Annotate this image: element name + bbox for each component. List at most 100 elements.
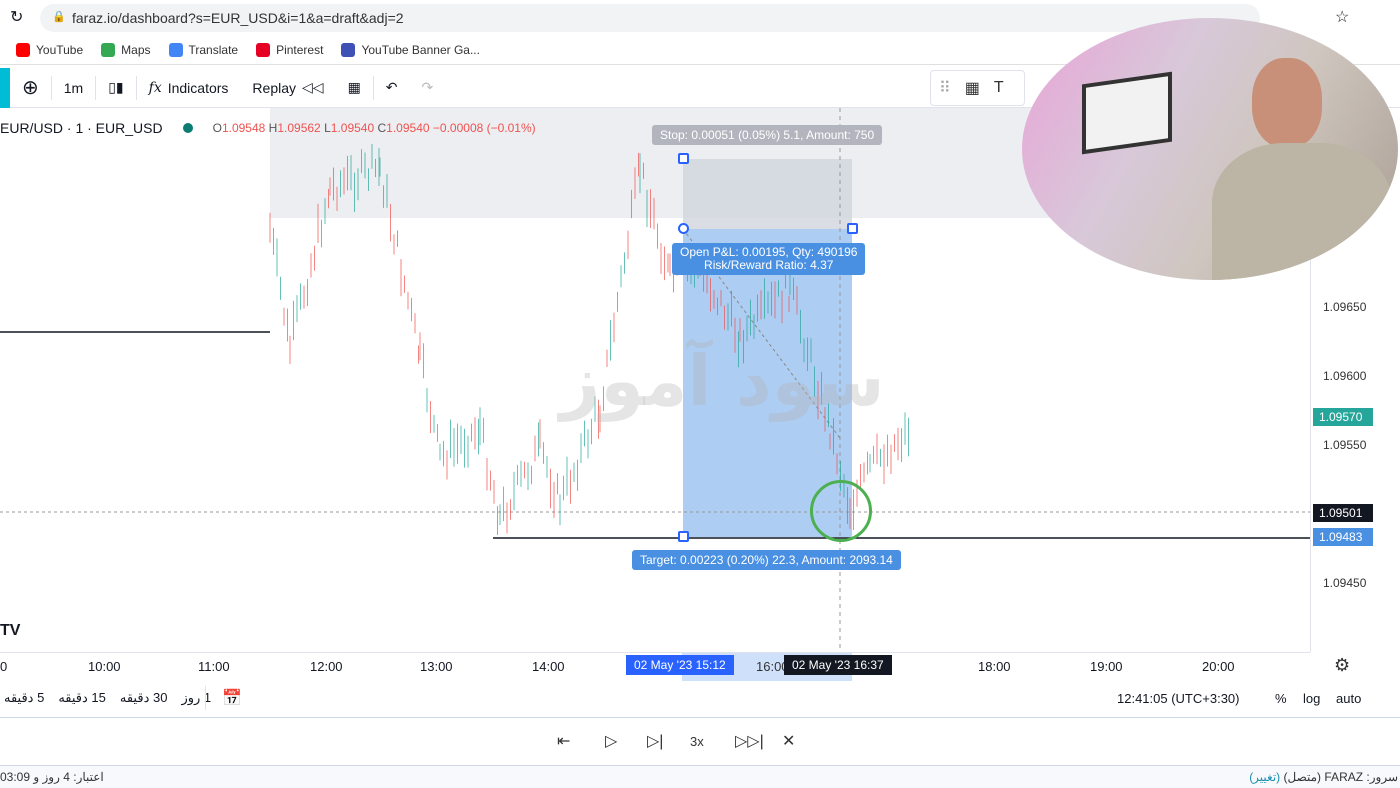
- jump-to-start-icon[interactable]: ⇤: [557, 731, 570, 751]
- bookmark-label: YouTube: [36, 42, 84, 57]
- time-axis[interactable]: 02 May '23 15:12 16:00 02 May '23 16:37 …: [0, 652, 1310, 681]
- price-label: 1.09600: [1323, 369, 1367, 383]
- undo-icon: ↶: [385, 79, 398, 95]
- time-label: 12:00: [310, 659, 343, 674]
- credit-text: اعتبار: 4 روز و 03:09: [0, 770, 104, 784]
- candles-icon: ▯▮: [108, 79, 124, 95]
- bookmark-label: Pinterest: [276, 42, 324, 57]
- fx-icon: fx: [148, 79, 162, 96]
- time-label: 0: [0, 659, 8, 674]
- drag-icon[interactable]: ⠿: [939, 78, 951, 98]
- watermark-logo: سود آموز: [560, 340, 885, 422]
- highlight-circle: [810, 480, 872, 542]
- bookmark-label: Translate: [188, 42, 239, 57]
- redo-button[interactable]: ↷: [410, 68, 446, 107]
- bookmark-icon: [16, 42, 30, 57]
- layout-button[interactable]: ▦: [336, 68, 373, 107]
- range-button[interactable]: 5 دقیقه: [4, 690, 44, 706]
- symbol-legend: EUR/USD · 1 · EUR_USD O1.09548 H1.09562 …: [0, 120, 536, 136]
- crosshair-price-tag: 1.09501: [1313, 503, 1373, 522]
- tradingview-logo: TV: [0, 622, 21, 639]
- star-icon[interactable]: ☆: [1335, 7, 1349, 27]
- time-label: 18:00: [978, 659, 1011, 674]
- webcam-person-body: [1212, 143, 1392, 280]
- time-label: 14:00: [532, 659, 565, 674]
- price-label: 1.09450: [1323, 576, 1367, 590]
- crosshair-time-label: 02 May '23 16:37: [784, 655, 892, 675]
- bookmark-label: Maps: [121, 42, 151, 57]
- server-status: سرور: FARAZ (متصل) (تغییر): [1249, 770, 1398, 784]
- target-label: Target: 0.00223 (0.20%) 22.3, Amount: 20…: [632, 550, 901, 570]
- url-text: faraz.io/dashboard?s=EUR_USD&i=1&a=draft…: [72, 10, 404, 26]
- entry-handle[interactable]: [678, 223, 689, 234]
- time-label: 19:00: [1090, 659, 1123, 674]
- time-label: 13:00: [420, 659, 453, 674]
- replay-label: Replay: [252, 79, 297, 96]
- add-symbol-button[interactable]: ⊕: [10, 68, 51, 107]
- range-button[interactable]: 30 دقیقه: [120, 690, 168, 706]
- bookmark-item[interactable]: Maps: [101, 42, 151, 57]
- bookmark-icon: [168, 42, 183, 57]
- log-toggle[interactable]: log: [1303, 691, 1320, 706]
- bookmark-item[interactable]: Pinterest: [256, 42, 324, 57]
- bookmark-item[interactable]: YouTube: [16, 42, 84, 57]
- current-price-tag: 1.09570: [1313, 408, 1373, 427]
- bookmark-icon: [256, 42, 271, 57]
- width-handle[interactable]: [847, 223, 858, 234]
- undo-button[interactable]: ↶: [374, 68, 410, 107]
- clock[interactable]: 12:41:05 (UTC+3:30): [1117, 691, 1239, 706]
- play-icon[interactable]: ▷: [605, 731, 617, 751]
- text-tool-icon[interactable]: T: [994, 79, 1004, 97]
- webcam-overlay: [1022, 18, 1398, 280]
- price-label: 1.09550: [1323, 438, 1367, 452]
- time-label: 20:00: [1202, 659, 1235, 674]
- ohlc-values: O1.09548 H1.09562 L1.09540 C1.09540 −0.0…: [212, 121, 536, 135]
- speed-button[interactable]: 3x: [690, 734, 704, 749]
- stop-zone: [683, 159, 852, 229]
- pnl-label: Open P&L: 0.00195, Qty: 490196 Risk/Rewar…: [672, 243, 866, 275]
- range-start-label: 02 May '23 15:12: [626, 655, 734, 675]
- reload-icon[interactable]: ↻: [10, 7, 23, 27]
- goto-date-icon[interactable]: 📅: [222, 688, 242, 708]
- bookmark-icon: [101, 42, 116, 57]
- bookmark-item[interactable]: YouTube Banner Ga...: [341, 42, 480, 57]
- change-server-link[interactable]: (تغییر): [1249, 770, 1280, 784]
- bottom-toolbar: 5 دقیقه 15 دقیقه 30 دقیقه 1 روز 📅 12:41:05 …: [0, 680, 1400, 718]
- market-status-dot: [182, 123, 193, 133]
- auto-toggle[interactable]: auto: [1336, 691, 1361, 706]
- close-replay-icon[interactable]: ✕: [782, 731, 795, 751]
- webcam-person-head: [1252, 58, 1322, 148]
- bookmark-label: YouTube Banner Ga...: [361, 42, 480, 57]
- indicators-label: Indicators: [167, 79, 229, 96]
- status-bar: اعتبار: 4 روز و 03:09 سرور: FARAZ (متصل)…: [0, 766, 1400, 788]
- url-input[interactable]: 🔒 faraz.io/dashboard?s=EUR_USD&i=1&a=draf…: [40, 4, 1260, 32]
- chart-type-button[interactable]: ▯▮: [96, 68, 135, 107]
- stop-handle[interactable]: [678, 153, 689, 164]
- replay-bar: ⇤ ▷ ▷| 3x ▷▷| ✕: [0, 718, 1400, 766]
- webcam-laptop-screen: [1082, 71, 1172, 155]
- interval-button[interactable]: 1m: [52, 68, 95, 107]
- range-button[interactable]: 1 روز: [181, 690, 211, 706]
- target-price-tag: 1.09483: [1313, 528, 1373, 547]
- target-handle[interactable]: [678, 531, 689, 542]
- bookmark-item[interactable]: Translate: [168, 42, 239, 57]
- plus-circle-icon: ⊕: [22, 77, 39, 99]
- time-label: 10:00: [88, 659, 121, 674]
- redo-icon: ↷: [421, 79, 434, 95]
- symbol-title[interactable]: EUR/USD · 1 · EUR_USD: [0, 120, 163, 136]
- range-button[interactable]: 15 دقیقه: [58, 690, 106, 706]
- rewind-icon: ◁◁: [302, 79, 324, 95]
- grid-icon: ▦: [347, 79, 361, 95]
- menu-button[interactable]: [0, 67, 10, 108]
- jump-to-realtime-icon[interactable]: ▷▷|: [735, 731, 764, 751]
- bookmark-icon: [341, 42, 356, 57]
- percent-toggle[interactable]: %: [1275, 691, 1287, 706]
- replay-button[interactable]: Replay ◁◁: [240, 68, 335, 107]
- indicators-button[interactable]: fx Indicators: [137, 68, 241, 107]
- stop-label: Stop: 0.00051 (0.05%) 5.1, Amount: 750: [652, 125, 883, 145]
- lock-icon: 🔒: [52, 11, 66, 23]
- objects-icon[interactable]: ▦: [965, 78, 980, 98]
- step-forward-icon[interactable]: ▷|: [647, 731, 663, 751]
- price-label: 1.09650: [1323, 300, 1367, 314]
- settings-gear-icon[interactable]: ⚙: [1334, 655, 1350, 676]
